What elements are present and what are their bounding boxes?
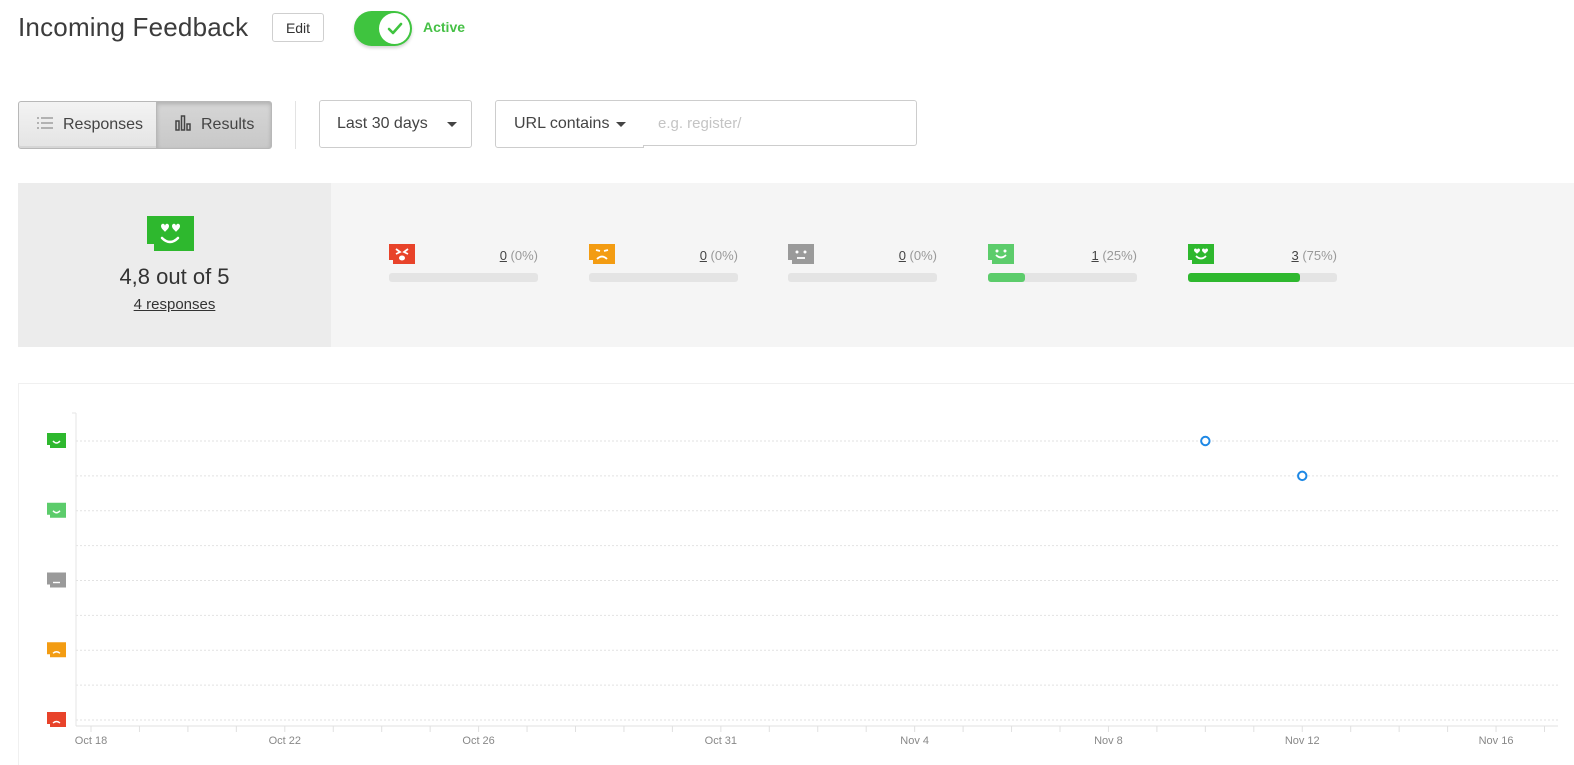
responses-count-link[interactable]: 4 responses <box>18 296 331 313</box>
active-toggle[interactable] <box>354 11 412 46</box>
rating-happy: 1 (25%) <box>988 244 1137 284</box>
sad-face-icon <box>589 244 615 269</box>
rating-bar-fill <box>988 273 1026 282</box>
url-filter-label: URL contains <box>514 115 610 132</box>
tab-results-label: Results <box>201 116 255 133</box>
x-tick-label: Oct 22 <box>269 735 301 747</box>
rating-count-link[interactable]: 0 <box>700 248 707 263</box>
rating-count: 0 (0%) <box>500 248 538 263</box>
rating-neutral: 0 (0%) <box>788 244 937 284</box>
rating-count: 3 (75%) <box>1291 248 1337 263</box>
rating-bar <box>788 273 937 282</box>
rating-percent: (25%) <box>1102 248 1137 263</box>
tab-results[interactable]: Results <box>156 101 272 149</box>
rating-count: 1 (25%) <box>1091 248 1137 263</box>
neutral-face-icon <box>788 244 814 269</box>
sad-face-icon <box>47 642 66 658</box>
neutral-face-icon <box>47 572 66 588</box>
page-title: Incoming Feedback <box>18 12 249 42</box>
x-tick-label: Oct 18 <box>75 735 107 747</box>
rating-angry: 0 (0%) <box>389 244 538 284</box>
rating-percent: (0%) <box>510 248 538 263</box>
x-tick-label: Nov 4 <box>900 735 929 747</box>
rating-percent: (75%) <box>1302 248 1337 263</box>
status-label: Active <box>423 19 466 35</box>
rating-love: 3 (75%) <box>1188 244 1337 284</box>
data-point <box>1297 470 1308 482</box>
data-point <box>1200 435 1211 447</box>
chevron-down-icon <box>446 121 457 127</box>
url-input[interactable] <box>643 100 917 146</box>
x-tick-label: Oct 26 <box>462 735 494 747</box>
rating-count-link[interactable]: 0 <box>899 248 906 263</box>
rating-percent: (0%) <box>710 248 738 263</box>
tab-responses[interactable]: Responses <box>18 101 157 149</box>
x-tick-label: Nov 16 <box>1479 735 1514 747</box>
angry-face-icon <box>47 712 66 727</box>
rating-count: 0 (0%) <box>700 248 738 263</box>
rating-sad: 0 (0%) <box>589 244 738 284</box>
average-score: 4,8 out of 5 <box>18 264 331 290</box>
rating-percent: (0%) <box>909 248 937 263</box>
rating-count: 0 (0%) <box>899 248 937 263</box>
rating-bar <box>1188 273 1337 282</box>
list-icon <box>37 116 53 134</box>
love-face-icon <box>147 216 194 256</box>
rating-bar <box>589 273 738 282</box>
happy-face-icon <box>47 502 66 518</box>
x-tick-label: Nov 12 <box>1285 735 1320 747</box>
rating-count-link[interactable]: 1 <box>1091 248 1098 263</box>
x-tick-label: Nov 8 <box>1094 735 1123 747</box>
date-range-dropdown[interactable]: Last 30 days <box>319 100 472 148</box>
x-tick-label: Oct 31 <box>705 735 737 747</box>
average-suffix: out of 5 <box>156 264 230 289</box>
results-chart: Oct 18 Oct 22 Oct 26 Oct 31 Nov 4 Nov 8 Nov 12… <box>47 412 1558 747</box>
rating-bar-fill <box>1188 273 1300 282</box>
rating-count-link[interactable]: 0 <box>500 248 507 263</box>
bar-chart-icon <box>175 114 191 136</box>
toolbar-divider <box>295 101 296 149</box>
love-face-icon <box>1188 244 1214 269</box>
date-range-label: Last 30 days <box>337 115 428 132</box>
happy-face-icon <box>988 244 1014 269</box>
rating-bar <box>389 273 538 282</box>
url-filter-dropdown[interactable]: URL contains <box>495 100 644 148</box>
edit-button[interactable]: Edit <box>272 13 324 42</box>
rating-count-link[interactable]: 3 <box>1291 248 1298 263</box>
love-face-icon <box>47 433 66 448</box>
check-icon <box>379 13 410 44</box>
average-value: 4,8 <box>119 264 151 289</box>
tab-responses-label: Responses <box>63 116 144 133</box>
chevron-down-icon <box>616 121 627 127</box>
angry-face-icon <box>389 244 415 269</box>
rating-bar <box>988 273 1137 282</box>
